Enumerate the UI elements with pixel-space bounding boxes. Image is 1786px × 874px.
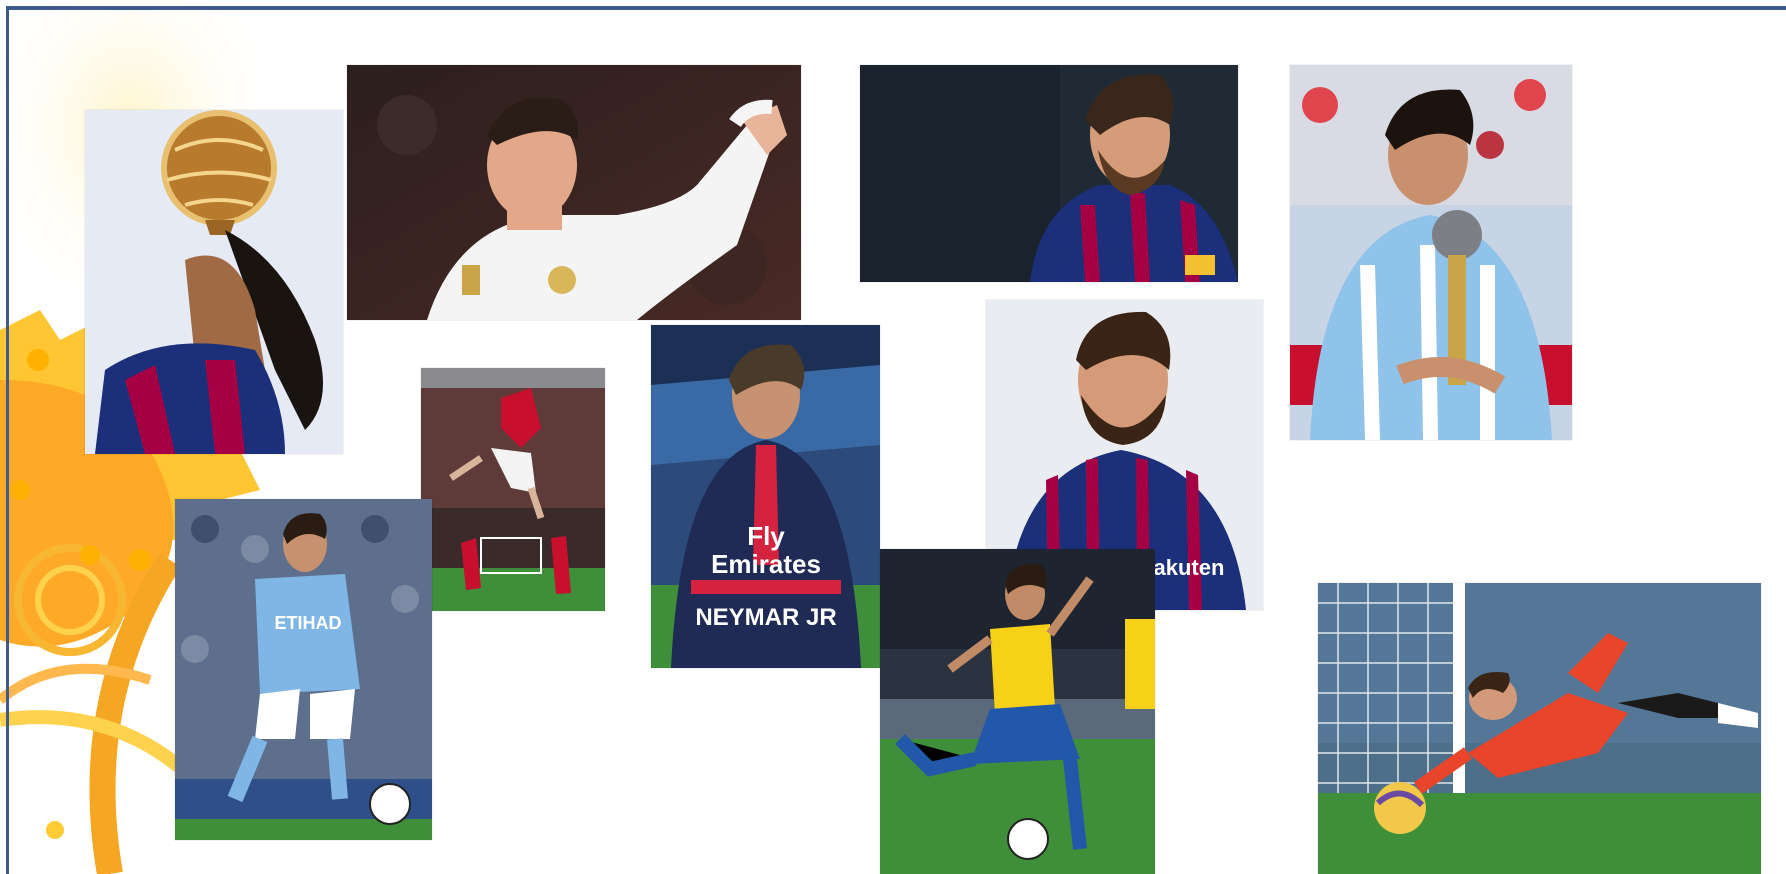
neymar-jersey-photo: Fly Emirates NEYMAR JR xyxy=(651,325,880,668)
aguero-trophy-photo xyxy=(1290,65,1572,440)
rooney-bicycle-kick-photo xyxy=(421,368,605,611)
ronaldo-celebration-photo xyxy=(347,65,801,320)
slide-left-border xyxy=(6,6,9,874)
kaka-striking-photo xyxy=(880,549,1155,874)
casillas-diving-save-photo xyxy=(1318,583,1761,874)
slide-canvas: Fly Emirates NEYMAR JR Rakuten ETIHAD xyxy=(0,0,1786,874)
neymar-sponsor-line2: Emirates xyxy=(711,549,821,579)
slide-top-border xyxy=(8,6,1786,10)
ronaldinho-trophy-photo xyxy=(85,110,343,454)
silva-dribbling-photo: ETIHAD xyxy=(175,499,432,840)
messi-profile-photo xyxy=(860,65,1238,282)
neymar-sponsor-line1: Fly xyxy=(747,521,785,551)
neymar-held-shirt-text: NEYMAR JR xyxy=(695,604,836,631)
silva-sponsor-text: ETIHAD xyxy=(275,613,342,633)
